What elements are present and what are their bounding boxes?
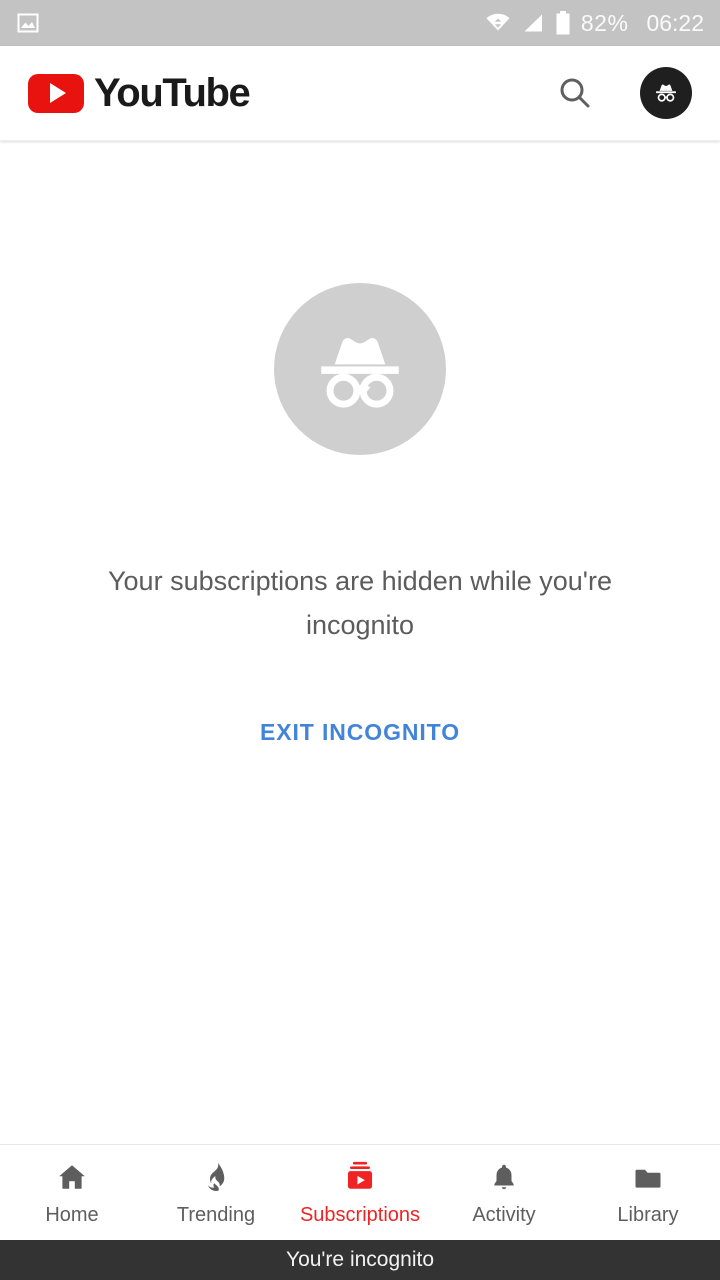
nav-label-trending: Trending	[176, 1203, 256, 1226]
nav-item-home[interactable]: Home	[0, 1145, 144, 1240]
incognito-banner-label: You're incognito	[285, 1248, 434, 1271]
account-avatar-button[interactable]	[640, 67, 692, 119]
search-icon	[560, 78, 590, 108]
nav-item-trending[interactable]: Trending	[144, 1145, 288, 1240]
bell-icon	[489, 1159, 519, 1193]
home-icon	[55, 1159, 89, 1193]
incognito-illustration	[274, 283, 446, 455]
nav-item-subscriptions[interactable]: Subscriptions	[288, 1145, 432, 1240]
subscriptions-icon	[343, 1159, 377, 1193]
nav-item-activity[interactable]: Activity	[432, 1145, 576, 1240]
bottom-navigation-bar: Home Trending Subscriptions Activity Lib…	[0, 1144, 720, 1240]
battery-icon	[556, 11, 570, 35]
youtube-app-bar: YouTube	[0, 46, 720, 141]
battery-percent-label: 82%	[580, 9, 629, 36]
clock-label: 06:22	[646, 9, 704, 36]
play-triangle-icon	[50, 83, 66, 103]
youtube-play-badge-icon	[28, 73, 84, 113]
folder-icon	[632, 1159, 664, 1193]
incognito-hat-glasses-icon	[321, 337, 399, 408]
flame-icon	[200, 1159, 232, 1193]
incognito-status-banner: You're incognito	[0, 1240, 720, 1280]
youtube-app-screen: 82% 06:22 YouTube Your subscriptions are…	[0, 0, 720, 1280]
nav-label-activity: Activity	[472, 1203, 536, 1226]
nav-label-library: Library	[617, 1203, 679, 1226]
nav-label-home: Home	[45, 1203, 99, 1226]
cell-signal-icon	[524, 14, 542, 32]
subscriptions-empty-state: Your subscriptions are hidden while you'…	[0, 141, 720, 1144]
exit-incognito-button[interactable]: EXIT INCOGNITO	[244, 709, 476, 756]
incognito-avatar-icon	[656, 84, 676, 102]
android-status-bar: 82% 06:22	[0, 0, 720, 46]
youtube-logo[interactable]: YouTube	[28, 70, 251, 116]
nav-label-subscriptions: Subscriptions	[299, 1203, 421, 1226]
youtube-wordmark: YouTube	[94, 70, 251, 115]
status-bar-right-icons: 82% 06:22	[485, 10, 704, 37]
wifi-icon	[486, 13, 510, 31]
screenshot-image-icon	[17, 13, 39, 33]
empty-state-message: Your subscriptions are hidden while you'…	[108, 566, 612, 640]
status-bar-left-icons	[16, 11, 40, 35]
app-bar-actions	[552, 67, 692, 119]
search-button[interactable]	[552, 70, 598, 116]
nav-item-library[interactable]: Library	[576, 1145, 720, 1240]
